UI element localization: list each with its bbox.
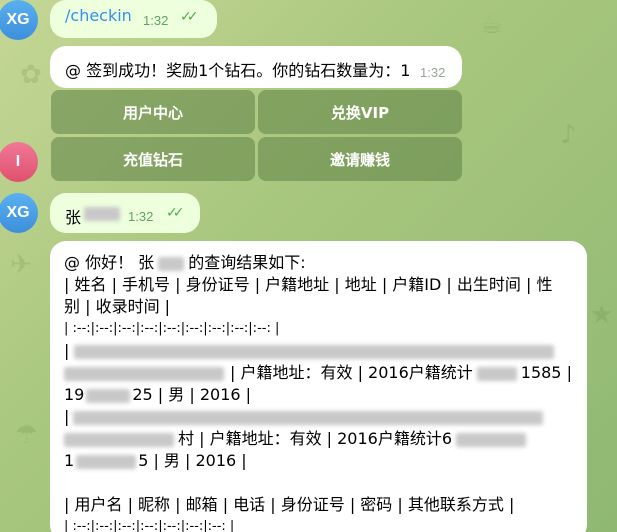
message-time: 1:32 (420, 65, 446, 80)
result-line: | 用户名 | 昵称 | 邮箱 | 电话 | 身份证号 | 密码 | 其他联系方… (64, 495, 515, 514)
redeem-vip-button[interactable]: 兑换VIP (258, 90, 462, 134)
message-time: 1:32 (128, 209, 154, 224)
message-text: @ 签到成功！奖励1个钻石。你的钻石数量为：1 (65, 61, 411, 80)
avatar[interactable]: I (0, 142, 38, 182)
user-center-button[interactable]: 用户中心 (51, 90, 255, 134)
redacted-block (84, 207, 120, 221)
message-bubble: 张 1:32 ✓✓ (50, 193, 200, 233)
result-line: | 姓名 | 手机号 | 身份证号 | 户籍地址 | 地址 | 户籍ID | 出… (64, 275, 553, 294)
message-bubble: @ 签到成功！奖励1个钻石。你的钻石数量为：1 1:32 (50, 46, 462, 88)
result-line: 19 25 | 男 | 2016 | (64, 385, 252, 404)
result-line: 别 | 收录时间 | (64, 297, 171, 316)
result-line: | 户籍地址：有效 | 2016户籍统计 1585 | (64, 362, 579, 384)
doodle-icon: ✿ (20, 60, 42, 90)
result-line: | (64, 406, 579, 428)
command-link[interactable]: /checkin (65, 6, 132, 25)
result-line: | :--:|:--:|:--:|:--:|:--:|:--:|:--: | (64, 519, 235, 532)
result-line: 15 | 男 | 2016 | (64, 451, 247, 470)
result-line: | :--:|:--:|:--:|:--:|:--:|:--:|:--:|:--… (64, 321, 280, 336)
doodle-icon: ☕ (480, 10, 504, 40)
avatar[interactable]: XG (0, 0, 38, 40)
doodle-icon: ☂ (15, 420, 39, 450)
result-line: 村 | 户籍地址：有效 | 2016户籍统计6 (64, 428, 579, 450)
recharge-diamond-button[interactable]: 充值钻石 (51, 137, 255, 181)
result-line: @ 你好！ 张的查询结果如下: (64, 253, 306, 272)
doodle-icon: ★ (590, 300, 614, 330)
result-text-block: @ 你好！ 张的查询结果如下: | 姓名 | 手机号 | 身份证号 | 户籍地址… (64, 252, 579, 532)
message-time: 1:32 (143, 13, 169, 28)
message-bubble: /checkin 1:32 ✓✓ (50, 0, 217, 38)
result-line: | (64, 340, 579, 362)
invite-earn-button[interactable]: 邀请赚钱 (258, 137, 462, 181)
result-line (64, 472, 579, 494)
double-check-icon: ✓✓ (180, 9, 199, 25)
message-text: 张 (65, 208, 82, 227)
avatar[interactable]: XG (0, 193, 38, 233)
double-check-icon: ✓✓ (166, 205, 185, 221)
doodle-icon: ♪ (560, 120, 577, 150)
query-result-bubble: @ 你好！ 张的查询结果如下: | 姓名 | 手机号 | 身份证号 | 户籍地址… (50, 241, 587, 532)
doodle-icon: ✈ (10, 250, 32, 280)
